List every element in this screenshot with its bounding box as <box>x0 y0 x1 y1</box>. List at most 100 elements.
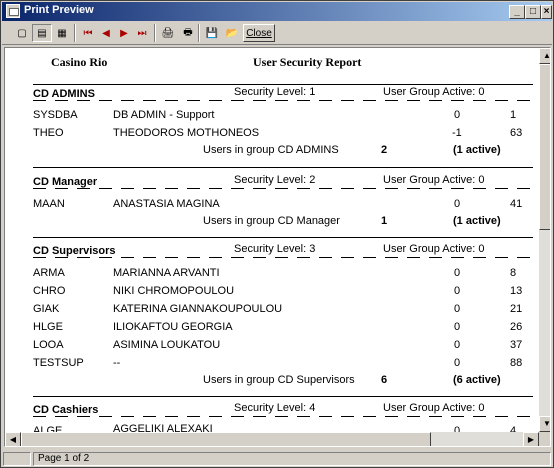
user-active-flag: 0 <box>454 303 461 315</box>
user-active-flag: 0 <box>454 357 461 369</box>
group-user-count: 2 <box>381 144 388 156</box>
close-window-button[interactable]: × <box>541 5 552 19</box>
user-id: 41 <box>510 198 523 210</box>
group-active-count: (1 active) <box>453 144 501 156</box>
group-active: User Group Active: 0 <box>383 243 485 255</box>
user-active-flag: 0 <box>454 109 461 121</box>
user-code: SYSDBA <box>33 109 78 121</box>
group-dashed-rule <box>33 100 533 101</box>
minimize-button[interactable]: _ <box>509 5 525 19</box>
group-name: CD Supervisors <box>33 245 116 257</box>
group-user-count: 6 <box>381 374 388 386</box>
report-viewport[interactable]: Casino Rio User Security Report CD ADMIN… <box>4 47 551 447</box>
scroll-up-icon[interactable]: ▲ <box>539 48 550 64</box>
report-page: Casino Rio User Security Report CD ADMIN… <box>33 48 533 437</box>
title-bar[interactable]: Print Preview _ □ × <box>2 2 552 21</box>
security-level: Security Level: 2 <box>234 174 316 186</box>
group-user-count: 1 <box>381 215 388 227</box>
one-page-icon[interactable]: ▢ <box>12 24 32 42</box>
print-setup-icon[interactable]: 🖨 <box>158 24 178 42</box>
group-summary-label: Users in group CD ADMINS <box>203 144 339 156</box>
scroll-right-icon[interactable]: ▶ <box>523 432 539 446</box>
first-page-icon[interactable]: ⏮ <box>78 24 98 42</box>
group-name: CD Cashiers <box>33 404 99 416</box>
group-dashed-rule <box>33 257 533 258</box>
user-id: 37 <box>510 339 523 351</box>
toolbar: ▢ ▤ ▦ ⏮ ◀ ▶ ⏭ 🖨 🖶 💾 📂 Close <box>2 21 552 45</box>
last-page-icon[interactable]: ⏭ <box>132 24 152 42</box>
scroll-left-icon[interactable]: ◀ <box>5 432 21 446</box>
open-icon[interactable]: 📂 <box>222 24 242 42</box>
vertical-scroll-thumb[interactable] <box>539 64 550 230</box>
user-code: HLGE <box>33 321 63 333</box>
user-code: MAAN <box>33 198 65 210</box>
user-active-flag: 0 <box>454 267 461 279</box>
user-name: ASIMINA LOUKATOU <box>113 339 221 351</box>
user-name: MARIANNA ARVANTI <box>113 267 220 279</box>
maximize-button[interactable]: □ <box>525 5 541 19</box>
user-active-flag: 0 <box>454 285 461 297</box>
group-name: CD ADMINS <box>33 88 95 100</box>
group-summary-label: Users in group CD Supervisors <box>203 374 355 386</box>
next-page-icon[interactable]: ▶ <box>114 24 134 42</box>
print-icon[interactable]: 🖶 <box>178 24 198 42</box>
two-pages-icon[interactable]: ▦ <box>52 24 72 42</box>
group-top-rule <box>33 237 533 238</box>
group-top-rule <box>33 84 533 85</box>
status-panel-empty <box>3 452 31 466</box>
status-bar: Page 1 of 2 <box>1 451 553 467</box>
group-name: CD Manager <box>33 176 98 188</box>
report-title: User Security Report <box>253 55 362 69</box>
group-top-rule <box>33 167 533 168</box>
save-icon[interactable]: 💾 <box>202 24 222 42</box>
page-width-icon[interactable]: ▤ <box>32 24 52 42</box>
printer-icon <box>6 4 20 18</box>
group-dashed-rule <box>33 188 533 189</box>
toolbar-separator <box>154 24 156 42</box>
toolbar-separator <box>74 24 76 42</box>
user-code: THEO <box>33 127 64 139</box>
toolbar-separator <box>198 24 200 42</box>
user-id: 1 <box>510 109 517 121</box>
user-id: 63 <box>510 127 523 139</box>
horizontal-scroll-thumb[interactable] <box>21 432 431 446</box>
group-active: User Group Active: 0 <box>383 402 485 414</box>
vertical-scrollbar[interactable]: ▲ ▼ <box>539 48 550 432</box>
group-active-count: (6 active) <box>453 374 501 386</box>
user-active-flag: -1 <box>452 127 462 139</box>
user-code: TESTSUP <box>33 357 84 369</box>
user-name: ILIOKAFTOU GEORGIA <box>113 321 233 333</box>
group-active: User Group Active: 0 <box>383 174 485 186</box>
user-id: 26 <box>510 321 523 333</box>
user-name: KATERINA GIANNAKOUPOULOU <box>113 303 283 315</box>
user-name: DB ADMIN - Support <box>113 109 215 121</box>
user-active-flag: 0 <box>454 321 461 333</box>
company-name: Casino Rio <box>51 55 108 69</box>
group-dashed-rule <box>33 416 533 417</box>
previous-page-icon[interactable]: ◀ <box>96 24 116 42</box>
group-summary-label: Users in group CD Manager <box>203 215 340 227</box>
user-code: ARMA <box>33 267 65 279</box>
security-level: Security Level: 3 <box>234 243 316 255</box>
page-indicator: Page 1 of 2 <box>33 452 551 466</box>
close-button[interactable]: Close <box>243 24 275 42</box>
group-active: User Group Active: 0 <box>383 86 485 98</box>
scrollbar-corner <box>539 432 550 446</box>
group-top-rule <box>33 396 533 397</box>
horizontal-scrollbar[interactable]: ◀ ▶ <box>5 432 539 446</box>
user-name: ANASTASIA MAGINA <box>113 198 220 210</box>
scroll-down-icon[interactable]: ▼ <box>539 416 550 432</box>
security-level: Security Level: 1 <box>234 86 316 98</box>
user-name: THEODOROS MOTHONEOS <box>113 127 260 139</box>
user-code: CHRO <box>33 285 66 297</box>
user-name: NIKI CHROMOPOULOU <box>113 285 235 297</box>
user-active-flag: 0 <box>454 339 461 351</box>
user-code: GIAK <box>33 303 60 315</box>
user-id: 13 <box>510 285 523 297</box>
window-title: Print Preview <box>24 4 94 16</box>
user-active-flag: 0 <box>454 198 461 210</box>
user-id: 88 <box>510 357 523 369</box>
user-name: -- <box>113 357 121 369</box>
group-active-count: (1 active) <box>453 215 501 227</box>
print-preview-window: Print Preview _ □ × ▢ ▤ ▦ ⏮ ◀ ▶ ⏭ 🖨 🖶 💾 … <box>0 0 554 468</box>
